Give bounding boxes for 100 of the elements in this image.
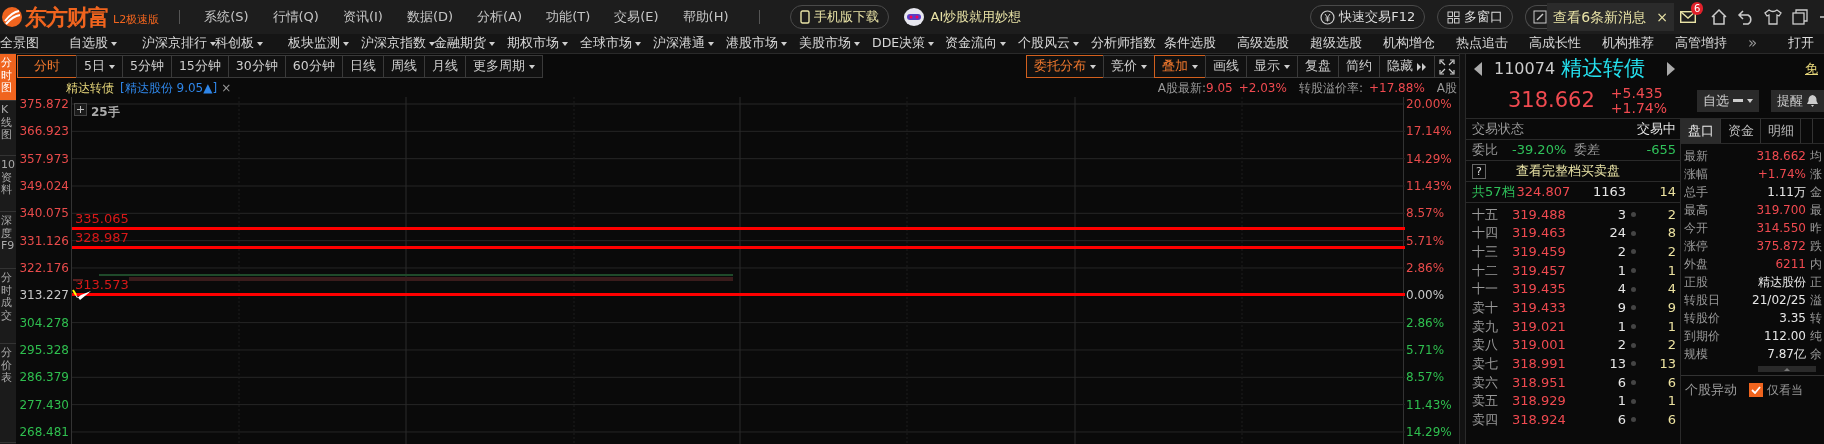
nav-menu-item[interactable]: 高级选股	[1237, 34, 1310, 53]
menu-item[interactable]: 行情(Q)	[272, 7, 319, 27]
period-tab[interactable]: 60分钟	[284, 55, 343, 78]
edit-icon[interactable]	[1533, 10, 1548, 24]
nav-menu-item[interactable]: 沪深港通	[653, 34, 726, 53]
security-code: 110074	[1494, 58, 1556, 80]
period-tab[interactable]: 日线	[341, 55, 384, 78]
toolbar-button[interactable]: 委托分布	[1026, 55, 1104, 78]
toolbar-button[interactable]: 画线	[1205, 55, 1247, 78]
alert-button[interactable]: 提醒	[1771, 90, 1824, 112]
panel-tab[interactable]: 明细	[1761, 119, 1801, 143]
menu-item[interactable]: 帮助(H)	[682, 7, 729, 27]
nav-menu-item[interactable]: 个股风云	[1018, 34, 1091, 53]
fullscreen-button[interactable]	[1434, 55, 1460, 78]
close-button[interactable]: ×	[221, 79, 232, 97]
robot-icon[interactable]	[902, 7, 925, 27]
nav-menu-item[interactable]: 打开	[1788, 34, 1814, 53]
menu-item[interactable]: 交易(E)	[614, 7, 659, 27]
nav-menu-item[interactable]: 高成长性	[1529, 34, 1602, 53]
period-tab[interactable]: 更多周期	[464, 55, 543, 78]
levels-count: 共57档	[1472, 183, 1515, 202]
axis-label: 304.278	[18, 315, 69, 332]
menu-item[interactable]: 系统(S)	[204, 7, 249, 27]
nav-menu-item[interactable]: 热点追击	[1456, 34, 1529, 53]
axis-label: 331.126	[18, 233, 69, 250]
nav-menu-item[interactable]: 全景图	[0, 34, 69, 53]
stat-label: 外盘	[1684, 256, 1708, 273]
nav-menu-item[interactable]: 自选股	[69, 34, 142, 53]
message-link[interactable]: 查看6条新消息	[1553, 6, 1647, 28]
period-tab[interactable]: 30分钟	[227, 55, 286, 78]
nav-menu-item[interactable]: 美股市场	[799, 34, 872, 53]
period-tab[interactable]: 月线	[423, 55, 466, 78]
dot-icon	[1631, 249, 1636, 255]
undo-icon[interactable]	[1737, 8, 1755, 26]
caret-icon	[1000, 41, 1006, 46]
nav-menu-item[interactable]: 机构增仓	[1383, 34, 1456, 53]
toolbar-button[interactable]: 隐藏	[1379, 55, 1435, 78]
side-tab[interactable]: 10资料	[0, 156, 16, 212]
nav-menu-item[interactable]: 科创板	[215, 34, 288, 53]
nav-menu-item[interactable]: 高管增持	[1675, 34, 1748, 53]
toolbar-button[interactable]: 叠加	[1154, 55, 1206, 78]
more-arrow[interactable]: »	[1748, 32, 1788, 55]
toolbar-button[interactable]: 竞价	[1103, 55, 1155, 78]
next-arrow-icon[interactable]	[1667, 62, 1676, 76]
stat-label: 最	[1810, 202, 1822, 219]
nav-menu-item[interactable]: DDE决策	[872, 34, 945, 53]
plus-icon[interactable]	[74, 103, 87, 116]
toolbar-button[interactable]: 复盘	[1297, 55, 1339, 78]
panel-tab[interactable]: 资金	[1721, 119, 1761, 143]
close-button[interactable]: ×	[1656, 6, 1668, 28]
watchlist-button[interactable]: 自选	[1697, 90, 1759, 112]
toolbar-button[interactable]: 简约	[1338, 55, 1380, 78]
nav-menu-item[interactable]: 机构推荐	[1602, 34, 1675, 53]
period-tab[interactable]: 15分钟	[170, 55, 229, 78]
help-button[interactable]: ?	[1472, 163, 1486, 179]
menu-item[interactable]: 功能(T)	[546, 7, 591, 27]
axis-label: 357.973	[18, 151, 69, 168]
side-tab[interactable]: 分价表	[0, 344, 16, 443]
expand-icon	[1439, 58, 1455, 75]
mail-icon[interactable]	[1680, 11, 1696, 23]
period-tab[interactable]: 周线	[382, 55, 425, 78]
menu-item[interactable]: 数据(D)	[406, 7, 454, 27]
side-tab[interactable]: 分时成交	[0, 269, 16, 344]
volume-label: 25手	[91, 104, 120, 121]
scroll-handle-icon[interactable]	[1758, 366, 1816, 372]
period-tab[interactable]: 5分钟	[121, 55, 172, 78]
period-tab[interactable]: 分时	[17, 55, 77, 78]
menu-item[interactable]: 分析(A)	[477, 7, 523, 27]
menu-item[interactable]: 资讯(I)	[342, 7, 383, 27]
nav-menu-item[interactable]: 期权市场	[507, 34, 580, 53]
nav-menu-item[interactable]: 条件选股	[1164, 34, 1237, 53]
toolbar-button[interactable]: 显示	[1246, 55, 1298, 78]
nav-menu-item[interactable]: 全球市场	[580, 34, 653, 53]
window-icon[interactable]	[1791, 8, 1809, 26]
price-marker-icon	[72, 289, 92, 301]
nav-menu-item[interactable]: 分析师指数	[1091, 34, 1164, 53]
book-price: 319.463	[1512, 224, 1566, 243]
ai-link[interactable]: AI炒股就用妙想	[930, 7, 1022, 27]
full-book-link[interactable]: 查看完整档买卖盘	[1515, 161, 1620, 181]
book-count: 8	[1666, 224, 1676, 243]
checkbox[interactable]	[1749, 382, 1763, 397]
edition-label: L2极速版	[113, 11, 160, 28]
home-icon[interactable]	[1710, 8, 1728, 26]
nav-menu-item[interactable]: 沪深京指数	[361, 34, 434, 53]
nav-menu-item[interactable]: 超级选股	[1310, 34, 1383, 53]
side-tab[interactable]: 深度F9	[0, 212, 16, 269]
shirt-icon[interactable]	[1764, 8, 1782, 26]
free-link[interactable]: 免	[1805, 59, 1818, 79]
nav-menu-item[interactable]: 金融期货	[434, 34, 507, 53]
side-tab[interactable]: K线图	[0, 101, 16, 156]
nav-menu-item[interactable]: 板块监测	[288, 34, 361, 53]
panel-tab[interactable]: 盘口	[1681, 119, 1721, 143]
prev-arrow-icon[interactable]	[1474, 62, 1482, 76]
stock-link[interactable]: [精达股份 9.05▲]	[120, 79, 218, 97]
nav-menu-item[interactable]: 港股市场	[726, 34, 799, 53]
nav-menu-item[interactable]: 资金流向	[945, 34, 1018, 53]
period-tab[interactable]: 5日	[76, 55, 123, 78]
nav-menu-item[interactable]: 沪深京排行	[142, 34, 215, 53]
stat-value: 318.662	[1756, 148, 1806, 165]
stat-label: 今开	[1684, 220, 1708, 237]
